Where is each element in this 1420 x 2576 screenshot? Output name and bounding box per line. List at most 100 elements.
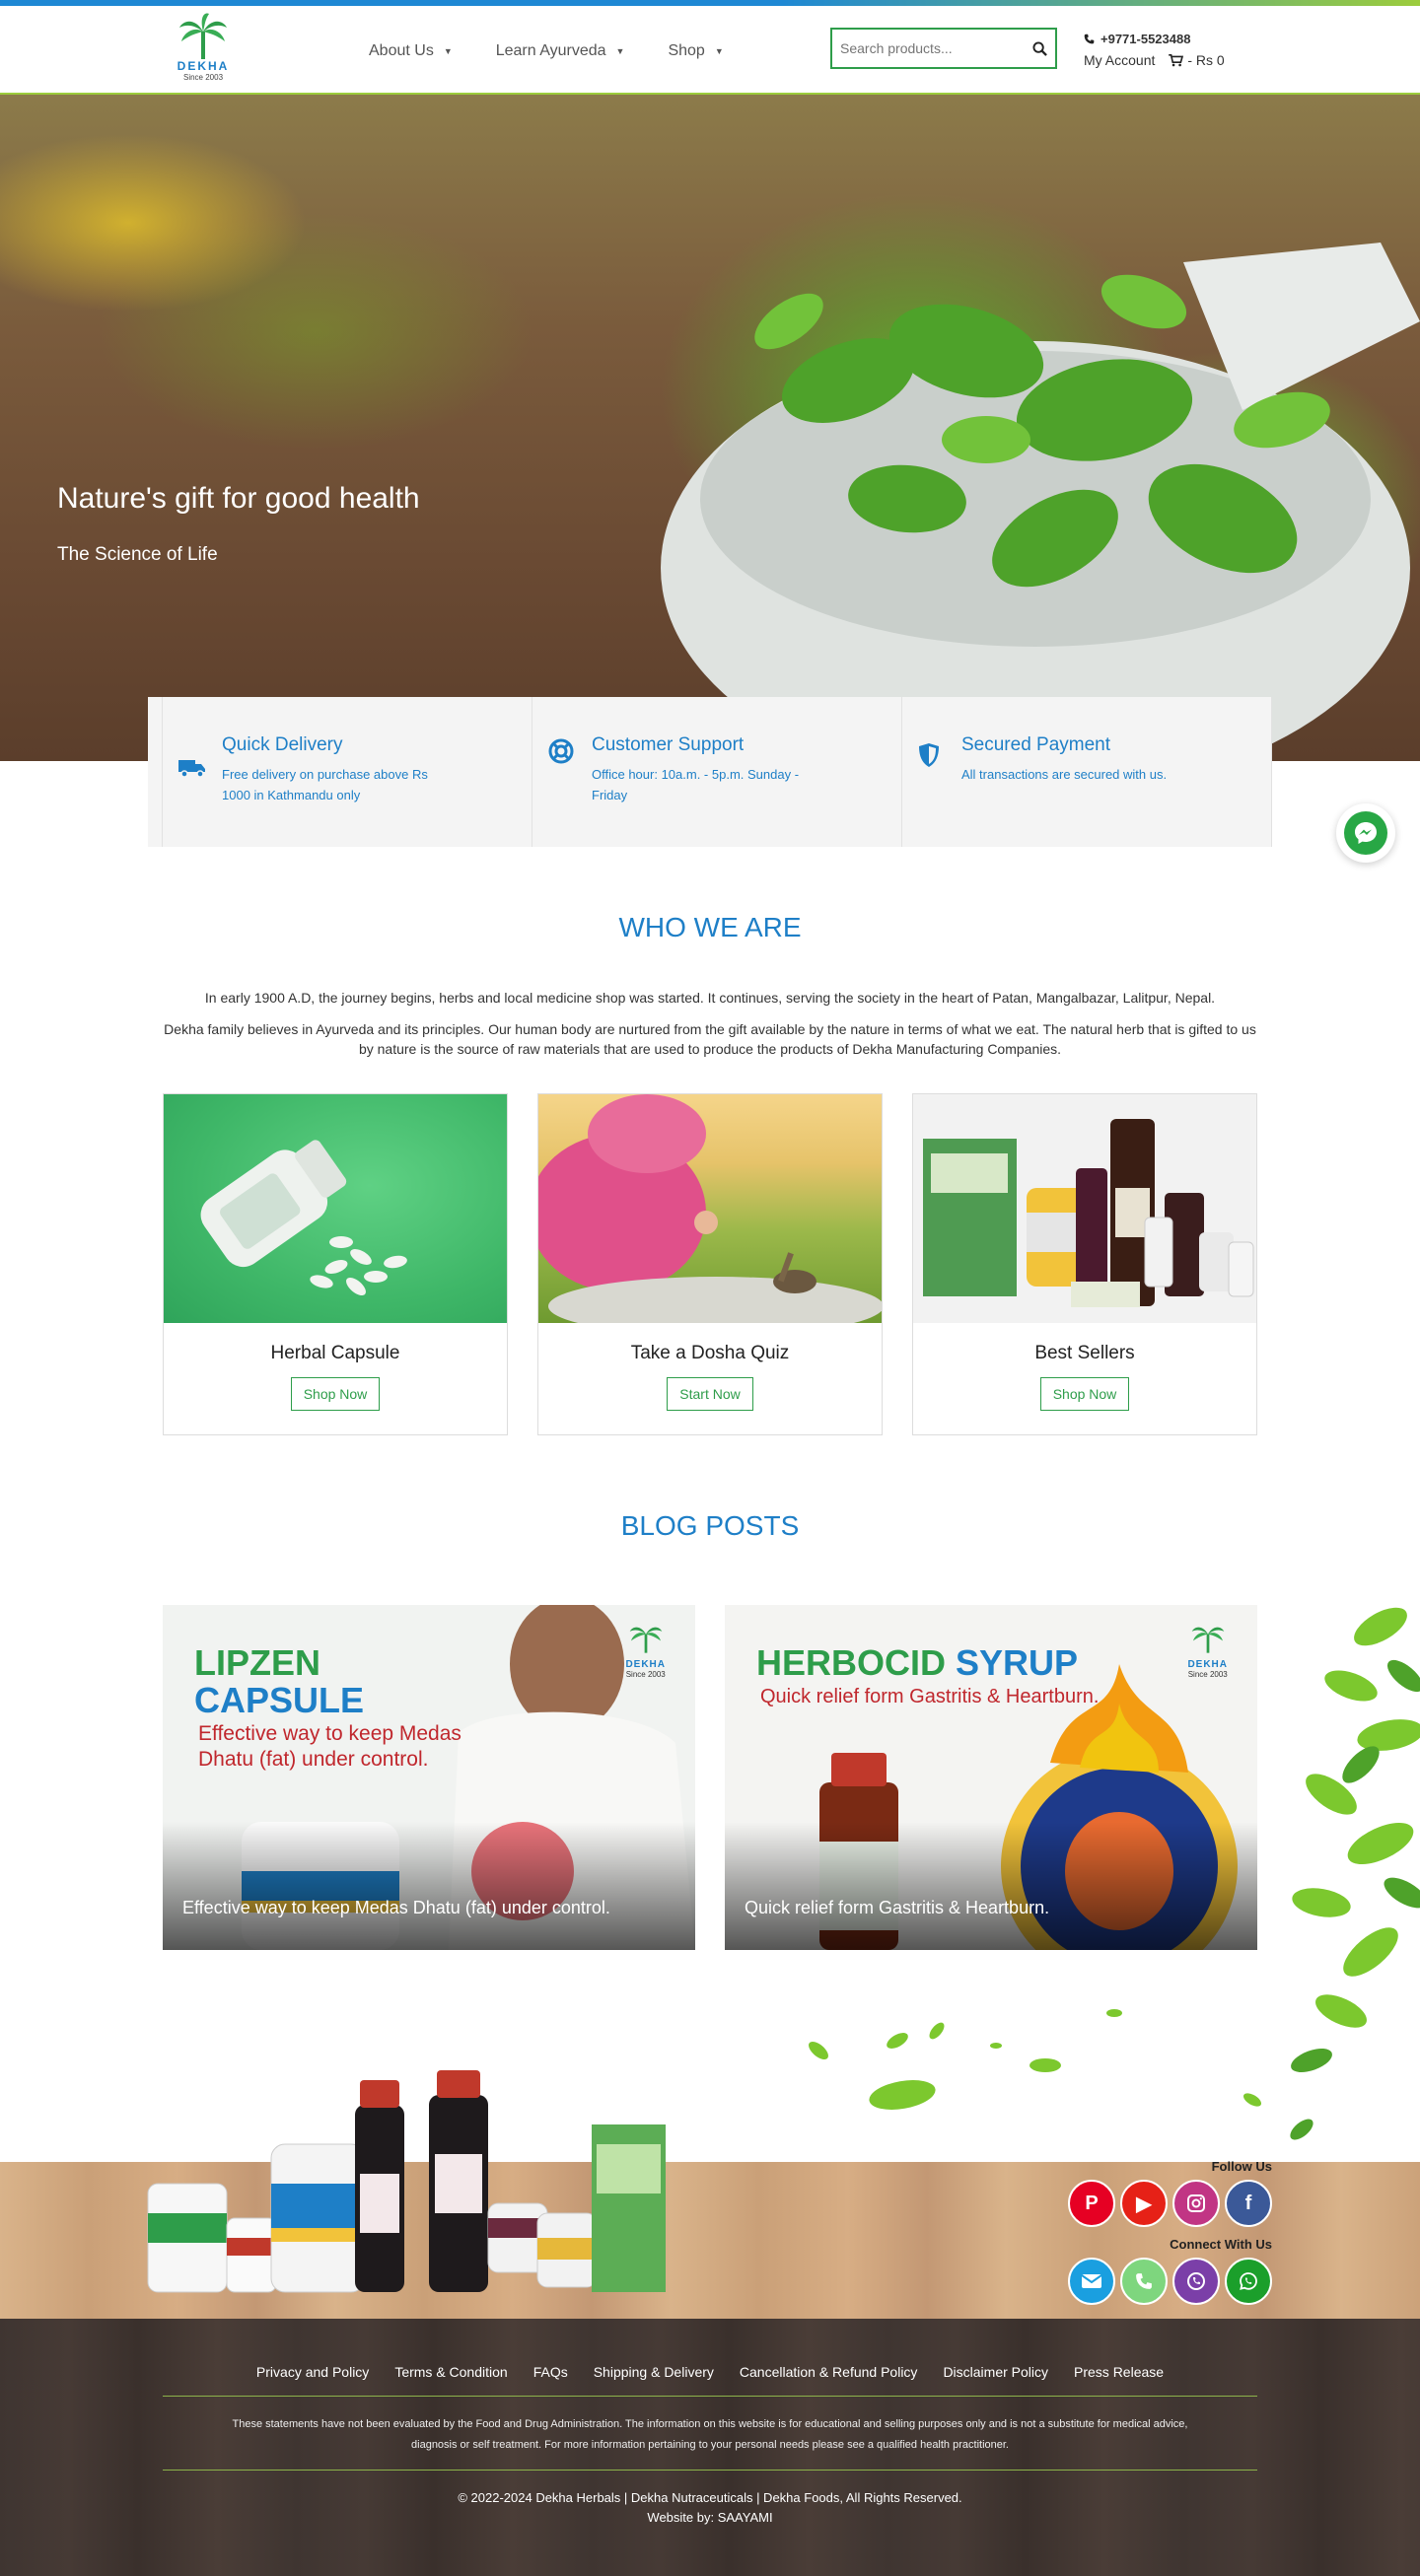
search-input[interactable]	[832, 30, 1024, 67]
post-caption: Quick relief form Gastritis & Heartburn.	[745, 1898, 1050, 1917]
truck-icon	[178, 734, 208, 847]
product-bottles-image	[147, 2070, 666, 2293]
card-title: Best Sellers	[1034, 1343, 1135, 1363]
card-best-sellers: Best Sellers Shop Now	[912, 1093, 1257, 1435]
feature-quick-delivery: Quick Delivery Free delivery on purchase…	[162, 697, 532, 847]
caret-down-icon: ▼	[615, 46, 625, 56]
viber-icon[interactable]	[1172, 2258, 1220, 2305]
follow-icons: P ▶ f	[1068, 2180, 1272, 2227]
palm-tree-icon	[1191, 1627, 1225, 1653]
divider	[163, 2396, 1257, 2397]
capsule-bottle-image	[164, 1094, 507, 1323]
hero-title: Nature's gift for good health	[57, 482, 420, 515]
email-icon[interactable]	[1068, 2258, 1115, 2305]
card-herbal-capsule: Herbal Capsule Shop Now	[163, 1093, 508, 1435]
post-tagline: Quick relief form Gastritis & Heartburn.	[760, 1686, 1100, 1707]
product-lineup-image	[913, 1094, 1256, 1323]
follow-us-label: Follow Us	[1211, 2159, 1272, 2174]
palm-tree-icon	[179, 13, 227, 59]
instagram-icon[interactable]	[1172, 2180, 1220, 2227]
meditation-image	[538, 1094, 882, 1323]
phone-text: +9771-5523488	[1100, 32, 1191, 46]
messenger-icon	[1344, 811, 1387, 855]
caret-down-icon: ▼	[714, 46, 724, 56]
nav-about-us[interactable]: About Us ▼	[369, 42, 453, 60]
whatsapp-icon[interactable]	[1225, 2258, 1272, 2305]
search-icon[interactable]	[1024, 40, 1055, 56]
shop-now-button[interactable]: Shop Now	[1039, 1377, 1130, 1411]
nav-label: Shop	[668, 42, 705, 59]
website-credit[interactable]: Website by: SAAYAMI	[0, 2508, 1420, 2528]
who-paragraph-2: Dekha family believes in Ayurveda and it…	[164, 1021, 1256, 1057]
main-nav: About Us ▼ Learn Ayurveda ▼ Shop ▼	[369, 42, 767, 60]
card-title: Take a Dosha Quiz	[630, 1343, 790, 1363]
copyright: © 2022-2024 Dekha Herbals | Dekha Nutrac…	[0, 2488, 1420, 2528]
cart-link[interactable]: - Rs 0	[1169, 52, 1225, 68]
promo-cards: Herbal Capsule Shop Now Take a Dosha Qui…	[163, 1093, 1257, 1435]
footer-product-scene: Follow Us P ▶ f Connect With Us	[0, 2011, 1420, 2319]
feature-customer-support: Customer Support Office hour: 10a.m. - 5…	[532, 697, 902, 847]
messenger-chat-button[interactable]	[1336, 803, 1395, 863]
phone-icon[interactable]	[1120, 2258, 1168, 2305]
hero-banner: Nature's gift for good health The Scienc…	[0, 95, 1420, 761]
section-title: BLOG POSTS	[620, 1510, 800, 1541]
search-box	[830, 28, 1057, 69]
nav-learn-ayurveda[interactable]: Learn Ayurveda ▼	[496, 42, 625, 60]
dekha-logo: DEKHA Since 2003	[625, 1621, 666, 1679]
post-tagline: Effective way to keep Medas Dhatu (fat) …	[198, 1722, 462, 1771]
footer-link-press[interactable]: Press Release	[1074, 2364, 1164, 2380]
logo[interactable]: DEKHA Since 2003	[168, 12, 239, 82]
pinterest-icon[interactable]: P	[1068, 2180, 1115, 2227]
social-area: Follow Us P ▶ f Connect With Us	[1068, 2159, 1272, 2305]
nav-label: Learn Ayurveda	[495, 42, 606, 59]
footer-link-faqs[interactable]: FAQs	[533, 2364, 568, 2380]
my-account-link[interactable]: My Account	[1084, 52, 1155, 68]
phone-icon	[1084, 34, 1095, 44]
footer-link-privacy[interactable]: Privacy and Policy	[256, 2364, 369, 2380]
palm-tree-icon	[629, 1627, 663, 1653]
mortar-herbs-image	[661, 243, 1420, 761]
lifebuoy-icon	[548, 734, 578, 847]
caret-down-icon: ▼	[443, 46, 453, 56]
site-header: DEKHA Since 2003 About Us ▼ Learn Ayurve…	[0, 6, 1420, 95]
facebook-icon[interactable]: f	[1225, 2180, 1272, 2227]
cart-total: - Rs 0	[1187, 52, 1225, 68]
feature-title: Secured Payment	[961, 734, 1111, 755]
card-dosha-quiz: Take a Dosha Quiz Start Now	[537, 1093, 883, 1435]
youtube-icon[interactable]: ▶	[1120, 2180, 1168, 2227]
nav-label: About Us	[369, 42, 434, 59]
nav-shop[interactable]: Shop ▼	[668, 42, 723, 60]
header-contact: +9771-5523488 My Account - Rs 0	[1084, 32, 1225, 68]
section-title: WHO WE ARE	[618, 912, 802, 942]
feature-title: Quick Delivery	[222, 734, 343, 755]
blog-post-lipzen[interactable]: LIPZEN CAPSULE Effective way to keep Meda…	[163, 1605, 695, 1950]
who-paragraph-1: In early 1900 A.D, the journey begins, h…	[204, 990, 1216, 1006]
blog-post-herbocid[interactable]: HERBOCID SYRUP Quick relief form Gastrit…	[725, 1605, 1257, 1950]
disclaimer-text: These statements have not been evaluated…	[232, 2418, 1188, 2451]
post-heading: LIPZEN CAPSULE	[194, 1642, 365, 1720]
post-heading: HERBOCID SYRUP	[756, 1642, 1079, 1683]
divider	[163, 2470, 1257, 2471]
footer-link-disclaimer[interactable]: Disclaimer Policy	[943, 2364, 1048, 2380]
footer-link-refund[interactable]: Cancellation & Refund Policy	[740, 2364, 918, 2380]
brand-name: DEKHA	[177, 59, 230, 73]
hero-subtitle: The Science of Life	[57, 544, 218, 565]
brand-since: Since 2003	[182, 73, 224, 82]
blog-posts: LIPZEN CAPSULE Effective way to keep Meda…	[163, 1605, 1257, 1950]
feature-desc: All transactions are secured with us.	[961, 767, 1168, 782]
card-title: Herbal Capsule	[270, 1343, 400, 1363]
feature-desc: Office hour: 10a.m. - 5p.m. Sunday - Fri…	[592, 767, 800, 802]
feature-desc: Free delivery on purchase above Rs 1000 …	[222, 767, 428, 802]
feature-title: Customer Support	[592, 734, 745, 755]
phone-number[interactable]: +9771-5523488	[1084, 32, 1225, 46]
shield-icon	[918, 734, 948, 847]
footer-link-terms[interactable]: Terms & Condition	[394, 2364, 507, 2380]
site-footer: Privacy and Policy Terms & Condition FAQ…	[0, 2319, 1420, 2576]
shop-now-button[interactable]: Shop Now	[290, 1377, 381, 1411]
footer-link-shipping[interactable]: Shipping & Delivery	[594, 2364, 714, 2380]
post-caption: Effective way to keep Medas Dhatu (fat) …	[182, 1898, 610, 1917]
features-bar: Quick Delivery Free delivery on purchase…	[148, 697, 1272, 847]
blog-section-title: BLOG POSTS	[0, 1510, 1420, 1542]
cart-icon	[1169, 53, 1184, 66]
start-now-button[interactable]: Start Now	[667, 1377, 753, 1411]
